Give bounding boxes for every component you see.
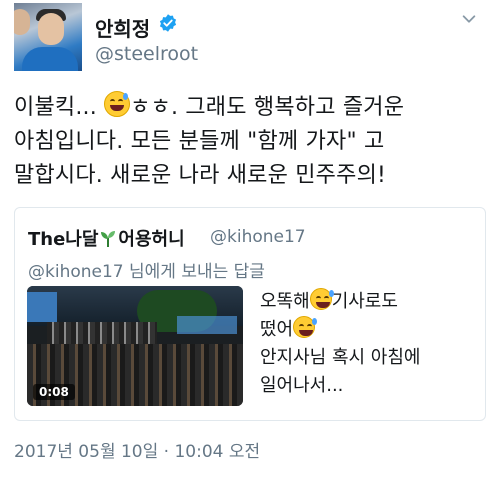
tweet-line-1-start: 이불킥...: [14, 95, 105, 120]
reply-context-text: 님에게 보내는 답글: [123, 262, 265, 282]
tweet-line-3: 말합시다. 새로운 나라 새로운 민주주의!: [14, 163, 387, 188]
quoted-tweet-text: 오똑해 기사로도 떴어 안지사님 혹시 아침에 일어나서...: [260, 288, 480, 400]
tweet-timestamp[interactable]: 2017년 05월 10일 · 10:04 오전: [14, 437, 260, 462]
sprout-emoji: [101, 231, 116, 247]
video-screen: [27, 292, 57, 322]
quoted-line-1-start: 오똑해: [260, 291, 310, 312]
quoted-line-1-end: 기사로도: [331, 291, 398, 312]
verified-badge-icon: [159, 14, 177, 32]
tweet-time: 10:04 오전: [174, 442, 261, 462]
quoted-author-handle[interactable]: @kihone17: [210, 227, 306, 247]
video-stage-people: [47, 322, 157, 346]
avatar-shirt: [22, 47, 78, 71]
quoted-tweet-card[interactable]: The나달 어용허니 @kihone17 @kihone17 님에게 보내는 답…: [14, 207, 486, 421]
quoted-name-suffix: 어용허니: [118, 229, 185, 250]
reply-to-handle[interactable]: @kihone17: [28, 262, 124, 282]
tweet-date: 2017년 05월 10일: [14, 442, 159, 462]
timestamp-separator: ·: [158, 442, 175, 462]
grinning-sweat-emoji: [104, 91, 131, 117]
tweet-line-1-end: ㅎㅎ. 그래도 행복하고 즐거운: [130, 95, 405, 120]
video-duration-badge: 0:08: [33, 384, 75, 400]
video-stage-light: [177, 316, 237, 334]
tweet-line-1: 이불킥... ㅎㅎ. 그래도 행복하고 즐거운: [14, 91, 494, 125]
quoted-line-4: 일어나서...: [260, 375, 344, 396]
avatar-face: [38, 13, 64, 45]
grinning-sweat-emoji: [309, 288, 334, 310]
quoted-video-thumbnail[interactable]: 0:08: [27, 286, 243, 406]
avatar-background-person: [14, 9, 30, 35]
author-handle[interactable]: @steelroot: [95, 43, 198, 65]
author-display-name[interactable]: 안희정: [95, 13, 150, 42]
quoted-line-2: 떴어: [260, 316, 480, 344]
quoted-line-2-start: 떴어: [260, 319, 294, 340]
quoted-author-name[interactable]: The나달 어용허니: [28, 225, 185, 251]
tweet-line-2: 아침입니다. 모든 분들께 "함께 가자" 고: [14, 129, 385, 154]
quoted-line-1: 오똑해 기사로도: [260, 288, 480, 316]
grinning-sweat-emoji: [293, 316, 318, 338]
chevron-down-icon[interactable]: [460, 10, 478, 28]
author-avatar[interactable]: [14, 3, 82, 71]
quoted-name-prefix: The나달: [28, 229, 99, 250]
quoted-reply-context: @kihone17 님에게 보내는 답글: [28, 257, 265, 282]
quoted-line-3: 안지사님 혹시 아침에: [260, 347, 421, 368]
tweet-body: 이불킥... ㅎㅎ. 그래도 행복하고 즐거운 아침입니다. 모든 분들께 "함…: [14, 91, 494, 193]
